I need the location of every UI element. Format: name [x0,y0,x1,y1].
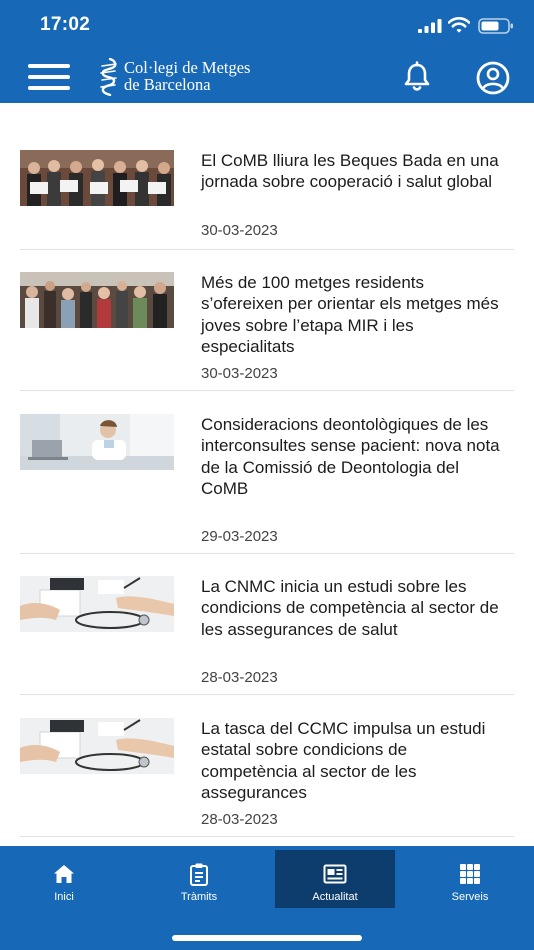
news-item[interactable]: Més de 100 metges residents s’ofereixen … [20,272,514,391]
news-date: 30-03-2023 [201,365,278,382]
tab-inici[interactable]: Inici [4,850,124,908]
news-item[interactable]: La CNMC inicia un estudi sobre les condi… [20,576,514,695]
app-header: Col·legi de Metges de Barcelona [0,50,534,103]
news-title: La CNMC inicia un estudi sobre les condi… [201,577,499,639]
news-item[interactable]: La tasca del CCMC impulsa un estudi esta… [20,718,514,837]
news-thumbnail-group-photo [20,150,174,206]
logo-line-2: de Barcelona [124,75,211,94]
tab-actualitat[interactable]: Actualitat [275,850,395,908]
news-title: El CoMB lliura les Beques Bada en una jo… [201,151,499,192]
news-date: 29-03-2023 [201,528,278,545]
news-title: Més de 100 metges residents s’ofereixen … [201,273,499,356]
tab-label: Tràmits [180,891,218,903]
news-date: 28-03-2023 [201,811,278,828]
logo-mark-icon [100,58,117,96]
news-list: El CoMB lliura les Beques Bada en una jo… [0,103,534,846]
newspaper-icon [323,864,347,884]
news-thumbnail-contract-stethoscope [20,718,174,774]
status-time: 17:02 [40,14,91,35]
news-thumbnail-residents-photo [20,272,174,328]
news-date: 30-03-2023 [201,222,278,239]
bell-icon[interactable] [400,60,434,94]
home-icon [54,865,74,883]
home-indicator[interactable] [172,935,362,941]
battery-icon [478,18,513,34]
tab-label: Actualitat [312,891,358,903]
grid-icon [460,864,480,884]
news-title: Consideracions deontològiques de les int… [201,415,500,498]
news-item[interactable]: Consideracions deontològiques de les int… [20,414,514,554]
hamburger-menu-icon[interactable] [28,64,70,90]
news-date: 28-03-2023 [201,669,278,686]
tab-label: Inici [54,891,74,903]
news-thumbnail-doctor-laptop [20,414,174,470]
clipboard-icon [190,863,208,886]
logo-line-1: Col·legi de Metges [124,58,251,77]
cellular-signal-icon [418,19,442,33]
tab-serveis[interactable]: Serveis [410,850,530,908]
wifi-icon [448,17,470,33]
status-bar: 17:02 [0,0,534,50]
tab-tramits[interactable]: Tràmits [139,850,259,908]
account-icon[interactable] [475,60,511,96]
logo: Col·legi de Metges de Barcelona [98,56,278,100]
tab-label: Serveis [451,891,489,903]
news-item[interactable]: El CoMB lliura les Beques Bada en una jo… [20,150,514,250]
news-title: La tasca del CCMC impulsa un estudi esta… [201,719,486,802]
news-thumbnail-contract-stethoscope [20,576,174,632]
